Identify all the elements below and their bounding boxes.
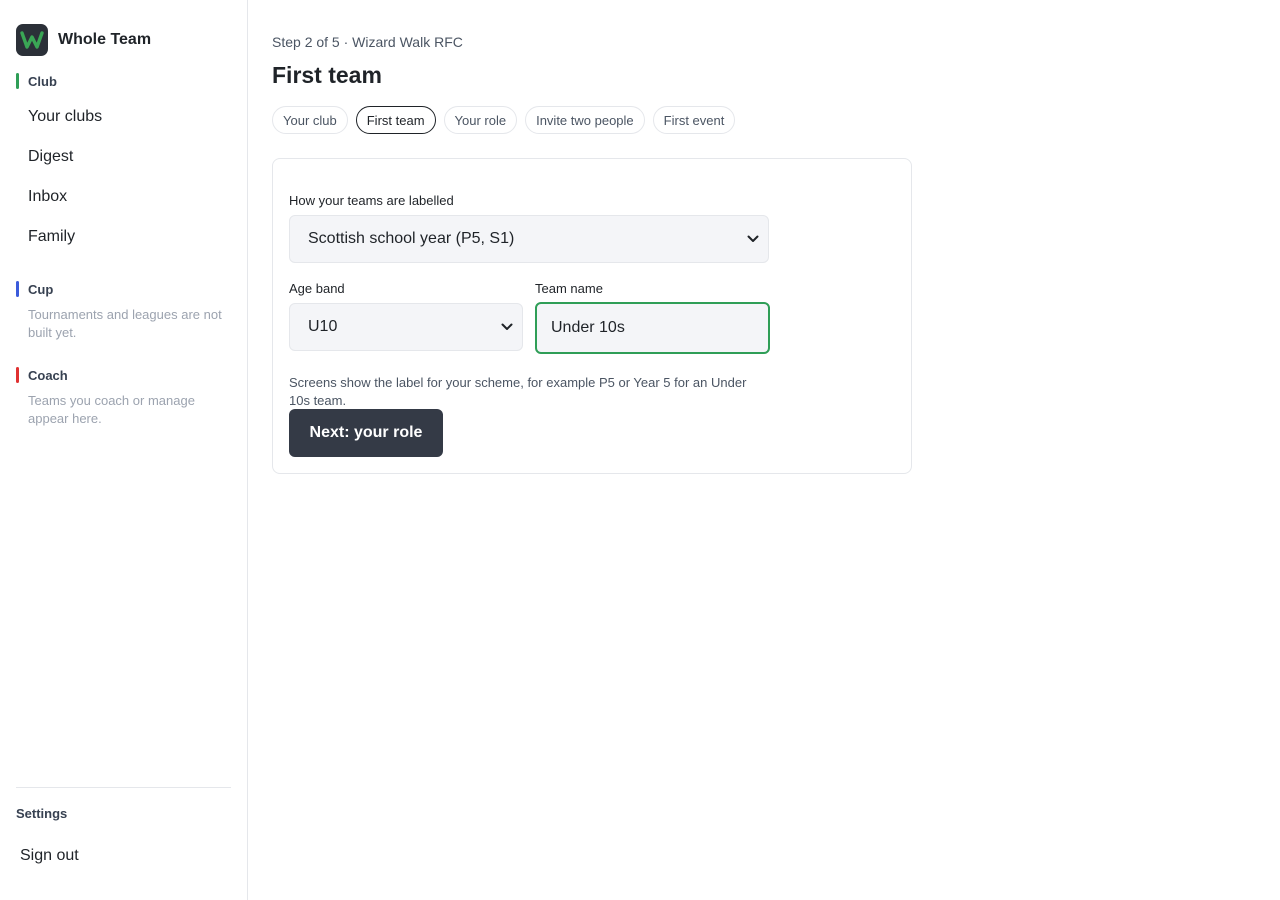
- next-your-role-button[interactable]: Next: your role: [289, 409, 443, 457]
- chevron-down-icon: [500, 320, 514, 334]
- club-accent-bar: [16, 73, 19, 89]
- brand[interactable]: Whole Team: [16, 24, 151, 56]
- cup-accent-bar: [16, 281, 19, 297]
- section-club-heading: Club: [28, 73, 57, 89]
- brand-name: Whole Team: [58, 31, 152, 48]
- section-cup: Cup: [16, 281, 53, 297]
- sidebar-item-your-clubs[interactable]: Your clubs: [28, 108, 102, 126]
- wizard-steps: Your club First team Your role Invite tw…: [272, 106, 743, 134]
- section-coach-heading: Coach: [28, 367, 68, 383]
- first-team-form: How your teams are labelled Scottish sch…: [272, 158, 912, 474]
- section-cup-heading: Cup: [28, 281, 54, 297]
- team-name-label: Team name: [535, 281, 603, 296]
- tab-your-club[interactable]: Your club: [272, 106, 348, 134]
- sidebar-item-digest[interactable]: Digest: [28, 148, 73, 166]
- sidebar-divider: [16, 787, 231, 788]
- tab-invite-two-people[interactable]: Invite two people: [525, 106, 645, 134]
- coach-note: Teams you coach or manage appear here.: [28, 393, 195, 426]
- tab-first-event[interactable]: First event: [652, 106, 736, 134]
- brand-logo-icon: [16, 24, 48, 56]
- age-band-select-value: U10: [308, 318, 338, 335]
- section-coach: Coach: [16, 367, 68, 383]
- step-indicator: Step 2 of 5 · Wizard Walk RFC: [272, 34, 463, 50]
- cup-note: Tournaments and leagues are not built ye…: [28, 307, 222, 340]
- sidebar-item-family[interactable]: Family: [28, 228, 75, 246]
- age-band-label: Age band: [289, 281, 345, 296]
- sign-out-button[interactable]: Sign out: [20, 847, 79, 865]
- scheme-label: How your teams are labelled: [289, 193, 454, 208]
- scheme-help-text: Screens show the label for your scheme, …: [289, 375, 747, 408]
- settings-link[interactable]: Settings: [16, 806, 67, 821]
- page-title: First team: [272, 62, 382, 88]
- sidebar-item-inbox[interactable]: Inbox: [28, 188, 67, 206]
- age-band-select[interactable]: U10: [289, 303, 523, 351]
- chevron-down-icon: [746, 232, 760, 246]
- team-name-input[interactable]: Under 10s: [535, 302, 770, 354]
- section-club: Club: [16, 73, 57, 89]
- coach-accent-bar: [16, 367, 19, 383]
- tab-your-role[interactable]: Your role: [443, 106, 518, 134]
- scheme-select[interactable]: Scottish school year (P5, S1): [289, 215, 769, 263]
- scheme-select-value: Scottish school year (P5, S1): [308, 230, 515, 247]
- sidebar: Whole Team Club Your clubs Digest Inbox …: [0, 0, 248, 900]
- tab-first-team[interactable]: First team: [355, 106, 436, 134]
